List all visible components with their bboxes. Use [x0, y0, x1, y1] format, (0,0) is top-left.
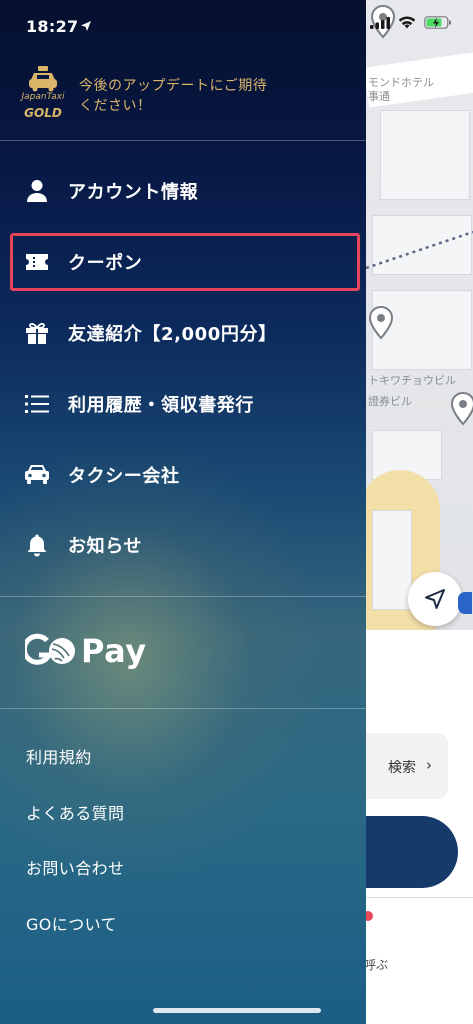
divider [0, 596, 366, 597]
divider [0, 140, 366, 141]
sheet-text: 呼ぶ [364, 958, 389, 972]
current-location-button[interactable] [408, 572, 462, 626]
battery-charging-icon [424, 16, 451, 29]
menu-item-taxi-company[interactable]: タクシー会社 [10, 446, 360, 504]
bell-icon [24, 533, 50, 557]
wifi-icon [398, 16, 416, 29]
map-building [372, 510, 412, 610]
link-contact[interactable]: お問い合わせ [26, 855, 124, 879]
status-time: 18:27 [26, 17, 79, 36]
japantaxi-gold-logo: JapanTaxi GOLD [16, 66, 70, 124]
menu-label-coupon: クーポン [68, 253, 143, 274]
person-icon [24, 179, 50, 203]
gold-member-header[interactable]: JapanTaxi GOLD 今後のアップデートにご期待 ください！ [16, 66, 356, 126]
map-route-dotted [366, 230, 473, 270]
location-services-icon [81, 21, 91, 31]
logo-text-gold: GOLD [24, 106, 62, 120]
logo-text-japantaxi: JapanTaxi [21, 92, 65, 102]
gold-message-line2: ください！ [79, 98, 152, 114]
map-label: トキワチョウビル [368, 374, 456, 387]
taxi-car-icon [24, 463, 50, 487]
status-icons [370, 16, 452, 29]
navigation-arrow-icon [425, 589, 445, 609]
side-drawer: 18:27 JapanTaxi GOLD 今後のアップデートにご期待 ください！ [0, 0, 366, 1024]
link-faq[interactable]: よくある質問 [26, 800, 124, 824]
gift-icon [24, 321, 50, 345]
cellular-signal-icon [370, 16, 390, 29]
menu-item-notifications[interactable]: お知らせ [10, 516, 360, 574]
map-label: 事通 [368, 90, 390, 103]
map-pin-icon[interactable] [450, 392, 473, 426]
taxi-logo-icon [29, 66, 57, 92]
gold-message-line1: 今後のアップデートにご期待 [79, 78, 268, 94]
link-about-go[interactable]: GOについて [26, 911, 117, 935]
search-label: 検索 [388, 760, 416, 776]
menu-item-account[interactable]: アカウント情報 [10, 162, 360, 220]
menu-item-coupon[interactable]: クーポン [10, 233, 360, 291]
map-badge [458, 592, 472, 614]
link-terms[interactable]: 利用規約 [26, 744, 92, 768]
menu-label-taxi-company: タクシー会社 [68, 466, 180, 487]
gopay-pay-text: Pay [81, 632, 147, 670]
menu-label-notifications: お知らせ [68, 536, 143, 557]
go-logo-icon [25, 633, 75, 665]
menu-label-referral: 友達紹介【2,000円分】 [68, 324, 277, 345]
gold-message: 今後のアップデートにご期待 ください！ [79, 76, 339, 116]
map-building [380, 110, 470, 200]
map-pin-icon[interactable] [368, 306, 394, 340]
gopay-logo[interactable]: Pay [25, 632, 147, 670]
menu-item-history[interactable]: 利用履歴・領収書発行 [10, 375, 360, 433]
divider [0, 708, 366, 709]
list-icon [24, 392, 50, 416]
chevron-right-icon: › [426, 756, 432, 774]
menu-item-referral[interactable]: 友達紹介【2,000円分】 [10, 304, 360, 362]
menu-label-history: 利用履歴・領収書発行 [68, 395, 254, 416]
map-label: 證券ビル [368, 395, 412, 408]
menu-label-account: アカウント情報 [68, 182, 199, 203]
ticket-icon [24, 250, 50, 274]
home-indicator[interactable] [153, 1008, 321, 1013]
